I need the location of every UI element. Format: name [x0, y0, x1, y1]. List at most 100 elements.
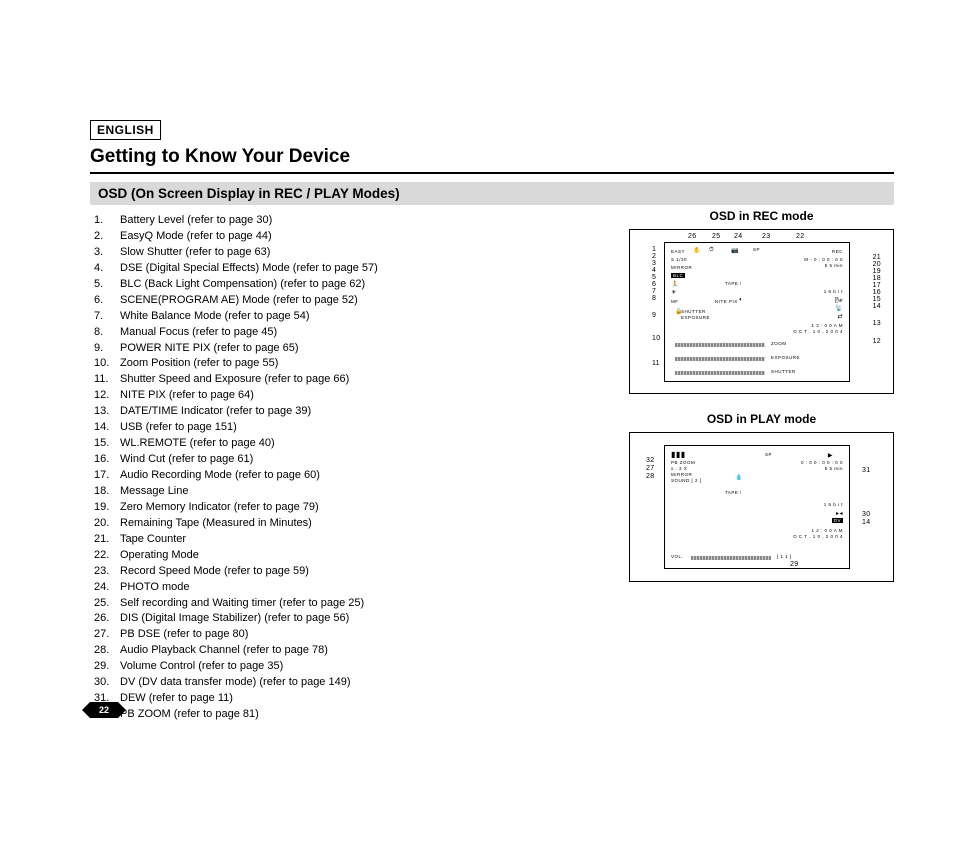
osd-list-item: 1.Battery Level (refer to page 30) [90, 213, 611, 229]
osd-list-item: 14.USB (refer to page 151) [90, 420, 611, 436]
osd-list-item: 8.Manual Focus (refer to page 45) [90, 325, 611, 341]
sh-lbl: SHUTTER [771, 369, 796, 374]
osd-list-item: 25.Self recording and Waiting timer (ref… [90, 596, 611, 612]
time: 1 2 : 0 0 A M [811, 323, 843, 328]
osd-list-item: 23.Record Speed Mode (refer to page 59) [90, 564, 611, 580]
osd-list-num: 27. [90, 627, 120, 643]
osd-list-text: Message Line [120, 484, 189, 500]
osd-list-text: DV (DV data transfer mode) (refer to pag… [120, 675, 351, 691]
play-counter: 0 : 0 0 : 0 0 : 0 0 [801, 460, 843, 465]
sp-icon-play: SP [765, 452, 772, 457]
rec-diagram-title: OSD in REC mode [629, 209, 894, 223]
osd-list-text: Battery Level (refer to page 30) [120, 213, 272, 229]
osd-list-num: 26. [90, 611, 120, 627]
play-date: O C T . 1 0 , 2 0 0 4 [793, 534, 843, 539]
callout-num: 14 [873, 303, 881, 310]
osd-list-num: 4. [90, 261, 120, 277]
audio-bits: 1 6 b i t [824, 289, 843, 294]
callout-num: 4 [652, 267, 656, 274]
osd-list-text: Zoom Position (refer to page 55) [120, 356, 278, 372]
remote-icon: 📡 [835, 305, 843, 312]
osd-list-num: 30. [90, 675, 120, 691]
osd-list-text: DSE (Digital Special Effects) Mode (refe… [120, 261, 378, 277]
camera-icon: 📷 [731, 247, 739, 254]
osd-list-num: 20. [90, 516, 120, 532]
dew-icon: 💧 [735, 474, 743, 481]
rec-label: REC [832, 249, 843, 254]
osd-list-num: 3. [90, 245, 120, 261]
osd-list-num: 19. [90, 500, 120, 516]
osd-list-item: 32.PB ZOOM (refer to page 81) [90, 707, 611, 723]
play-bits: 1 6 b i t [824, 502, 843, 507]
callout-num: 15 [873, 296, 881, 303]
osd-list-text: Slow Shutter (refer to page 63) [120, 245, 270, 261]
osd-list-item: 24.PHOTO mode [90, 580, 611, 596]
osd-list-text: Tape Counter [120, 532, 186, 548]
osd-list-text: Self recording and Waiting timer (refer … [120, 596, 364, 612]
play-time: 1 2 : 0 0 A M [811, 528, 843, 533]
lock-icon: 🔒 [675, 308, 683, 315]
battery-icon: ▮▮▮ [671, 450, 686, 459]
mirror: MIRROR [671, 265, 692, 270]
callout-num: 3 [652, 260, 656, 267]
remain-time: 5 5 min [825, 263, 843, 268]
callout-num: 32 [646, 457, 654, 464]
osd-list-item: 30.DV (DV data transfer mode) (refer to … [90, 675, 611, 691]
osd-list-num: 22. [90, 548, 120, 564]
osd-list-item: 12.NITE PIX (refer to page 64) [90, 388, 611, 404]
osd-list-num: 29. [90, 659, 120, 675]
osd-list-item: 26.DIS (Digital Image Stabilizer) (refer… [90, 611, 611, 627]
osd-list-text: Audio Recording Mode (refer to page 60) [120, 468, 320, 484]
osd-list-item: 13.DATE/TIME Indicator (refer to page 39… [90, 404, 611, 420]
osd-list-num: 16. [90, 452, 120, 468]
shutter-lbl: SHUTTER [681, 309, 706, 314]
osd-list-item: 3.Slow Shutter (refer to page 63) [90, 245, 611, 261]
callout-num: 20 [873, 261, 881, 268]
exp-lbl: EXPOSURE [771, 355, 800, 360]
osd-list-item: 4.DSE (Digital Special Effects) Mode (re… [90, 261, 611, 277]
tape-msg: TAPE ! [725, 281, 742, 286]
callout-num: 6 [652, 281, 656, 288]
callout-num: 17 [873, 282, 881, 289]
osd-list-text: PB ZOOM (refer to page 81) [120, 707, 259, 723]
callout-num: 21 [873, 254, 881, 261]
osd-list-item: 11.Shutter Speed and Exposure (refer to … [90, 372, 611, 388]
callout-num: 1 [652, 246, 656, 253]
callout-num: 11 [652, 360, 660, 367]
osd-list-text: DIS (Digital Image Stabilizer) (refer to… [120, 611, 349, 627]
osd-list-text: PB DSE (refer to page 80) [120, 627, 248, 643]
sp-icon: SP [753, 247, 760, 252]
windcut-icon: 🌬 [835, 297, 843, 304]
mf: MF [671, 299, 679, 304]
rec-diagram: EASY ✋ ⏱ 📷 SP REC S.1/30 M - 0 : 0 0 : 0… [629, 229, 894, 394]
osd-list-item: 27.PB DSE (refer to page 80) [90, 627, 611, 643]
osd-list-text: POWER NITE PIX (refer to page 65) [120, 341, 299, 357]
osd-list-item: 16.Wind Cut (refer to page 61) [90, 452, 611, 468]
osd-list-num: 9. [90, 341, 120, 357]
osd-list-item: 22.Operating Mode [90, 548, 611, 564]
page-title: Getting to Know Your Device [90, 146, 894, 174]
osd-list-num: 8. [90, 325, 120, 341]
osd-list-text: NITE PIX (refer to page 64) [120, 388, 254, 404]
callout-num: 8 [652, 295, 656, 302]
osd-list-num: 28. [90, 643, 120, 659]
osd-list-text: WL.REMOTE (refer to page 40) [120, 436, 275, 452]
callout-num: 23 [762, 233, 770, 240]
osd-list-item: 21.Tape Counter [90, 532, 611, 548]
callout-num: 19 [873, 268, 881, 275]
osd-list-text: DATE/TIME Indicator (refer to page 39) [120, 404, 311, 420]
osd-list-item: 17.Audio Recording Mode (refer to page 6… [90, 468, 611, 484]
zoom-lbl: ZOOM [771, 341, 787, 346]
osd-list-num: 15. [90, 436, 120, 452]
osd-list-text: Wind Cut (refer to page 61) [120, 452, 253, 468]
osd-list-item: 28.Audio Playback Channel (refer to page… [90, 643, 611, 659]
wb-icon: ☀ [671, 289, 677, 296]
osd-list-num: 17. [90, 468, 120, 484]
osd-list-num: 11. [90, 372, 120, 388]
shutter-val: S.1/30 [671, 257, 687, 262]
osd-list: 1.Battery Level (refer to page 30)2.Easy… [90, 213, 611, 723]
callout-num: 25 [712, 233, 720, 240]
osd-list-num: 10. [90, 356, 120, 372]
callout-num: 18 [873, 275, 881, 282]
usb-icon: ⇄ [837, 313, 843, 320]
